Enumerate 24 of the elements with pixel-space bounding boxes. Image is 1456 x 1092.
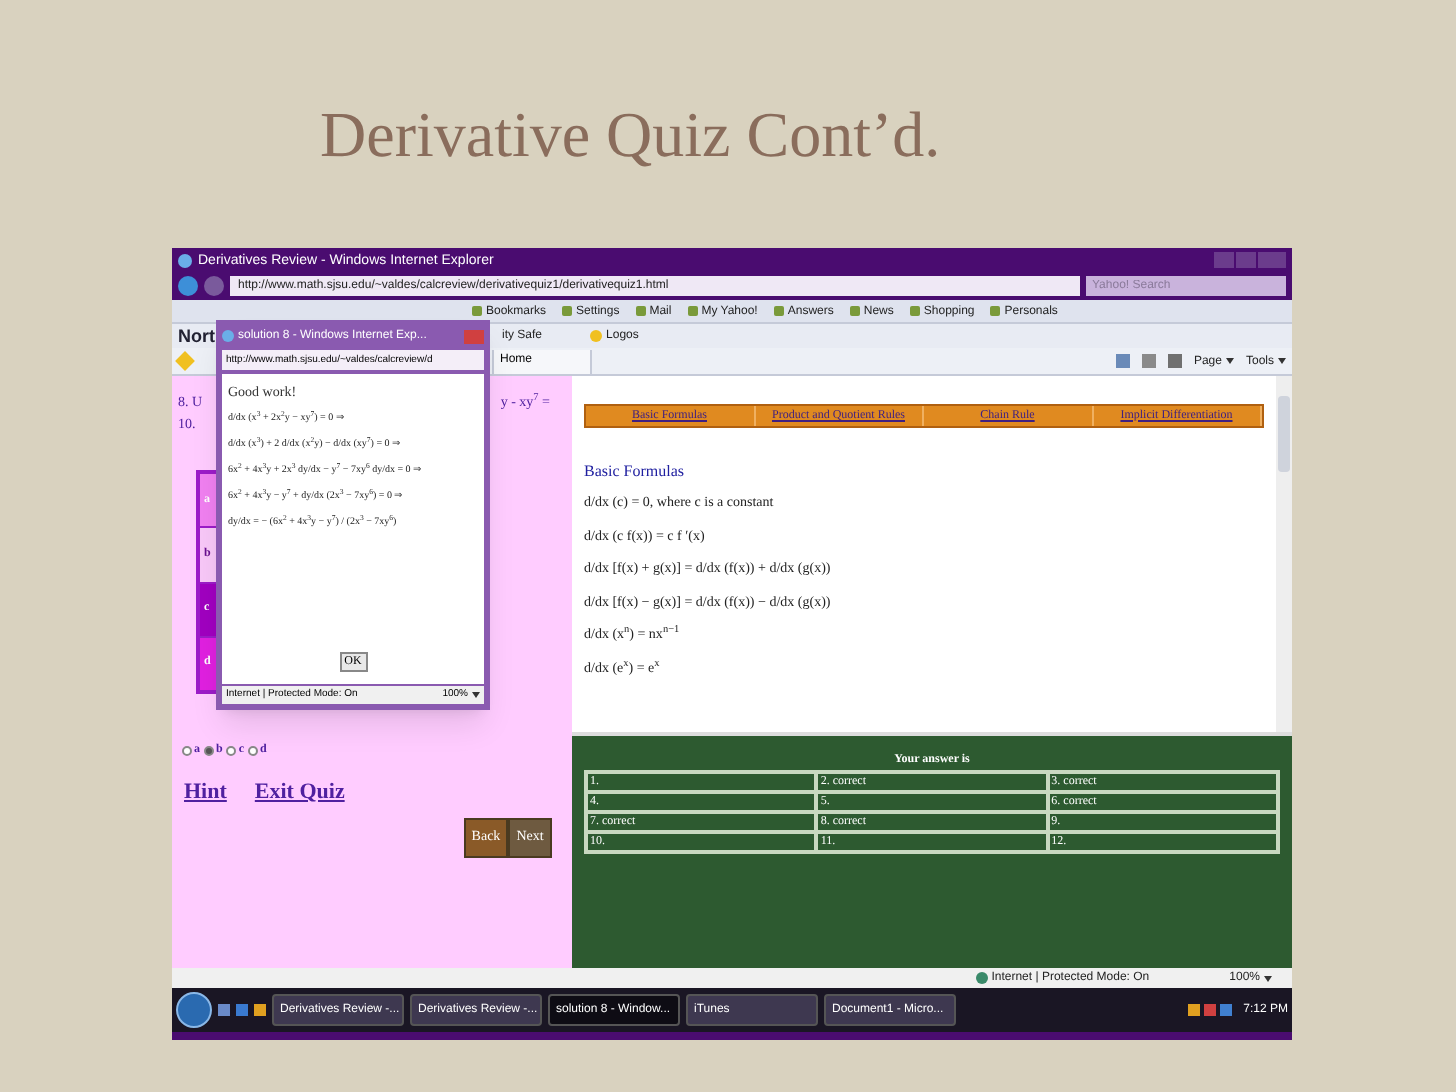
forward-button[interactable] xyxy=(204,276,224,296)
slide-title: Derivative Quiz Cont’d. xyxy=(320,96,941,174)
toolbar-item-icon xyxy=(849,306,860,316)
toolbar-item-icon xyxy=(687,306,698,316)
section-heading: Basic Formulas xyxy=(584,460,686,484)
toolbar-item-icon xyxy=(562,306,573,316)
toolbar-item-icon xyxy=(909,306,920,316)
toolbar-item-icon xyxy=(990,306,1001,316)
quiz-link[interactable]: Exit Quiz xyxy=(254,776,345,809)
back-button[interactable] xyxy=(178,276,198,296)
scrollbar[interactable] xyxy=(1276,376,1292,732)
caret-icon xyxy=(1264,975,1272,981)
quiz-link[interactable]: Hint xyxy=(184,776,227,809)
browser-logo-icon[interactable] xyxy=(178,253,192,267)
globe-icon xyxy=(975,972,988,984)
caret-icon xyxy=(1225,358,1234,364)
start-button[interactable] xyxy=(176,992,212,1028)
toolbar-item-icon xyxy=(773,306,784,316)
toolbar-item[interactable]: Nort xyxy=(178,327,218,345)
toolbar-item-icon xyxy=(472,306,482,316)
caret-icon xyxy=(472,692,480,698)
toolbar-item-icon xyxy=(635,306,646,316)
smiley-icon xyxy=(590,330,603,342)
caret-icon xyxy=(1278,358,1286,364)
